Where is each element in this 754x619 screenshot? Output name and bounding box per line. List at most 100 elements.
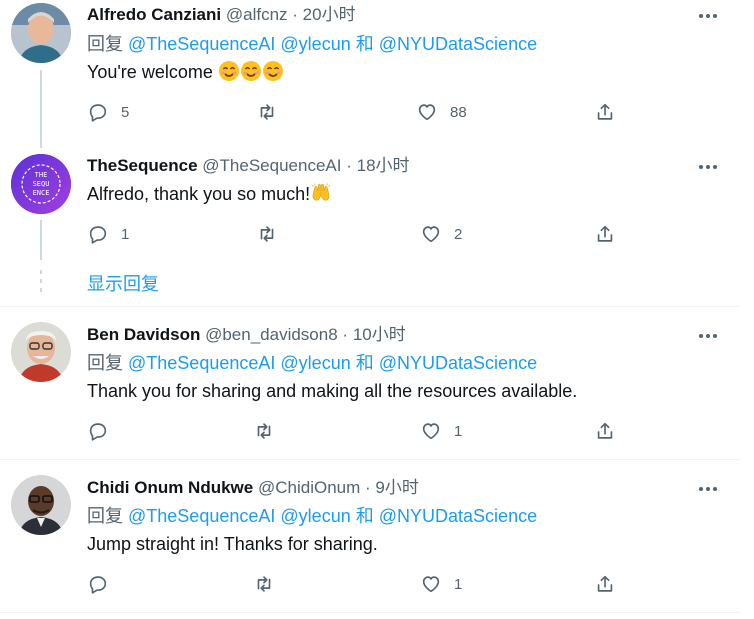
share-button[interactable]: [594, 222, 616, 246]
divider: [0, 459, 740, 460]
tweet-header: Chidi Onum Ndukwe @ChidiOnum · 9小时: [87, 477, 419, 499]
retweet-button[interactable]: [256, 222, 278, 246]
smiling-face-icon: [218, 61, 239, 81]
thread-dotted-line: [40, 270, 42, 296]
thread-line: [40, 220, 42, 260]
share-button[interactable]: [594, 100, 616, 124]
share-icon: [597, 575, 613, 592]
avatar[interactable]: [11, 322, 71, 382]
show-replies-link[interactable]: 显示回复: [87, 270, 159, 296]
author-name[interactable]: Alfredo Canziani: [87, 5, 221, 24]
avatar[interactable]: [11, 475, 71, 535]
timestamp[interactable]: 10小时: [353, 325, 406, 344]
mention-link[interactable]: @ylecun: [280, 34, 350, 54]
tweet-text-content: Jump straight in! Thanks for sharing.: [87, 534, 378, 554]
mention-link[interactable]: @TheSequenceAI: [128, 506, 275, 526]
author-name[interactable]: Chidi Onum Ndukwe: [87, 478, 253, 497]
retweet-icon: [257, 576, 271, 592]
more-options-icon[interactable]: [694, 157, 722, 177]
more-options-icon[interactable]: [694, 6, 722, 26]
reply-icon: [89, 576, 107, 594]
avatar-text: SEQU: [33, 180, 50, 188]
reply-prefix: 回复: [87, 353, 123, 373]
author-handle[interactable]: @TheSequenceAI: [202, 156, 341, 175]
reply-button[interactable]: 1: [87, 222, 129, 246]
heart-icon: [418, 104, 436, 121]
smiling-face-icon: [240, 61, 261, 81]
mention-link[interactable]: @TheSequenceAI: [128, 353, 275, 373]
tweet[interactable]: Alfredo Canziani @alfcnz · 20小时 回复 @TheS…: [0, 0, 740, 150]
author-handle[interactable]: @alfcnz: [226, 5, 288, 24]
separator-dot: ·: [365, 478, 371, 497]
reply-prefix: 回复: [87, 34, 123, 54]
retweet-button[interactable]: [253, 419, 275, 443]
divider: [0, 612, 740, 613]
and-conjunction: 和: [355, 34, 374, 54]
more-options-icon[interactable]: [694, 326, 722, 346]
heart-icon: [422, 576, 440, 593]
like-count: 1: [454, 422, 463, 440]
divider: [0, 306, 740, 307]
thread-line: [40, 70, 42, 148]
reply-button[interactable]: [87, 572, 121, 596]
retweet-icon: [257, 423, 271, 439]
tweet[interactable]: Ben Davidson @ben_davidson8 · 10小时 回复 @T…: [0, 321, 740, 457]
tweet-header: Ben Davidson @ben_davidson8 · 10小时: [87, 324, 406, 346]
share-icon: [597, 422, 613, 439]
retweet-button[interactable]: [256, 100, 278, 124]
author-handle[interactable]: @ChidiOnum: [258, 478, 360, 497]
share-icon: [597, 225, 613, 242]
avatar-text: ENCE: [33, 189, 50, 197]
reply-icon: [89, 226, 107, 244]
share-button[interactable]: [594, 572, 616, 596]
like-button[interactable]: 1: [420, 572, 462, 596]
like-button[interactable]: 2: [420, 222, 462, 246]
timestamp[interactable]: 18小时: [357, 156, 410, 175]
and-conjunction: 和: [355, 353, 374, 373]
like-button[interactable]: 1: [420, 419, 462, 443]
tweet-text: Thank you for sharing and making all the…: [87, 379, 577, 403]
heart-icon: [422, 423, 440, 440]
mention-link[interactable]: @TheSequenceAI: [128, 34, 275, 54]
author-name[interactable]: TheSequence: [87, 156, 198, 175]
timestamp[interactable]: 20小时: [303, 5, 356, 24]
avatar[interactable]: [11, 3, 71, 63]
avatar[interactable]: THE SEQU ENCE: [11, 154, 71, 214]
reply-count: 5: [121, 103, 130, 121]
heart-icon: [422, 226, 440, 243]
replying-to: 回复 @TheSequenceAI @ylecun 和 @NYUDataScie…: [87, 32, 537, 56]
like-count: 1: [454, 575, 463, 593]
tweet[interactable]: Chidi Onum Ndukwe @ChidiOnum · 9小时 回复 @T…: [0, 474, 740, 614]
author-name[interactable]: Ben Davidson: [87, 325, 200, 344]
share-button[interactable]: [594, 419, 616, 443]
reply-prefix: 回复: [87, 506, 123, 526]
author-handle[interactable]: @ben_davidson8: [205, 325, 338, 344]
mention-link[interactable]: @NYUDataScience: [379, 34, 537, 54]
reply-count: 1: [121, 225, 130, 243]
mention-link[interactable]: @ylecun: [280, 353, 350, 373]
timestamp[interactable]: 9小时: [375, 478, 418, 497]
more-options-icon[interactable]: [694, 479, 722, 499]
share-icon: [597, 103, 613, 120]
mention-link[interactable]: @ylecun: [280, 506, 350, 526]
tweet-text: You're welcome: [87, 60, 284, 84]
and-conjunction: 和: [355, 506, 374, 526]
tweet-text: Jump straight in! Thanks for sharing.: [87, 532, 378, 556]
tweet-text-content: You're welcome: [87, 62, 213, 82]
replying-to: 回复 @TheSequenceAI @ylecun 和 @NYUDataScie…: [87, 504, 537, 528]
mention-link[interactable]: @NYUDataScience: [379, 506, 537, 526]
separator-dot: ·: [346, 156, 352, 175]
raising-hands-icon: [311, 183, 331, 201]
reply-icon: [89, 104, 107, 122]
retweet-button[interactable]: [253, 572, 275, 596]
tweet-header: TheSequence @TheSequenceAI · 18小时: [87, 155, 410, 177]
replying-to: 回复 @TheSequenceAI @ylecun 和 @NYUDataScie…: [87, 351, 537, 375]
reply-button[interactable]: [87, 419, 121, 443]
reply-icon: [89, 423, 107, 441]
mention-link[interactable]: @NYUDataScience: [379, 353, 537, 373]
tweet-text-content: Thank you for sharing and making all the…: [87, 381, 578, 401]
like-count: 2: [454, 225, 463, 243]
like-button[interactable]: 88: [416, 100, 467, 124]
reply-button[interactable]: 5: [87, 100, 129, 124]
retweet-icon: [260, 104, 274, 120]
